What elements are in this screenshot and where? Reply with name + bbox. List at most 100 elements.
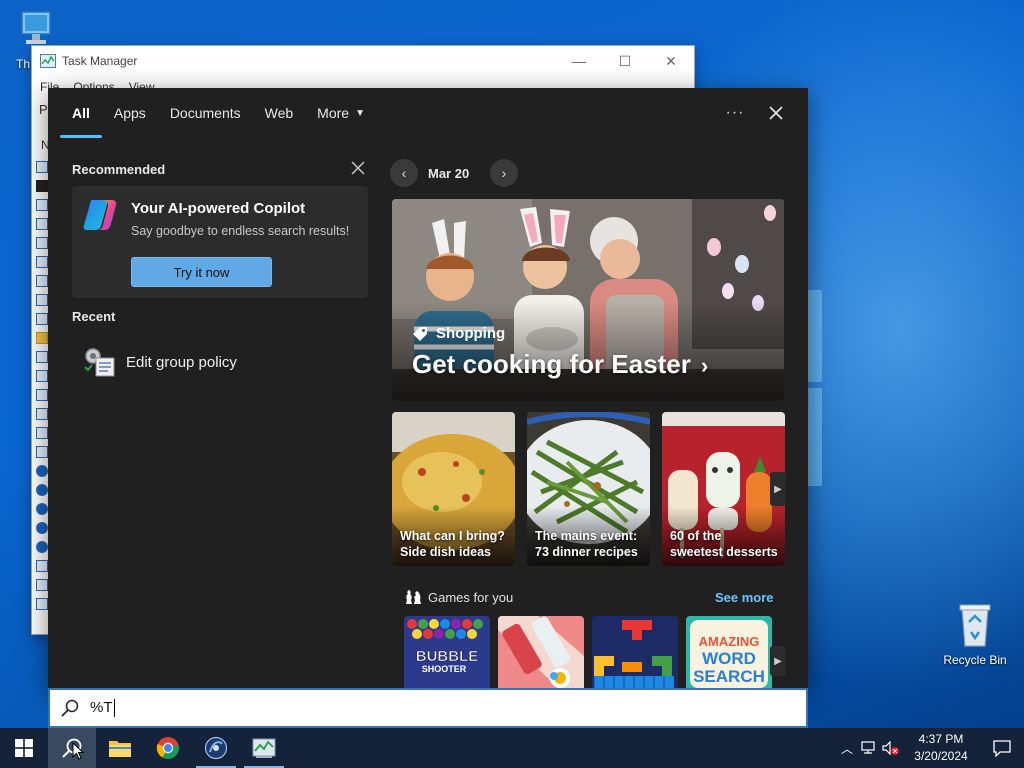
network-icon-graphic <box>861 741 875 754</box>
search-icon <box>61 699 79 717</box>
chrome-icon <box>156 737 179 759</box>
card-caption-line2: sweetest desserts <box>670 545 778 559</box>
task-manager-icon <box>252 738 276 758</box>
task-manager-title: Task Manager <box>62 54 138 68</box>
card-caption-line1: 60 of the <box>670 529 722 543</box>
copilot-card[interactable]: Your AI-powered Copilot Say goodbye to e… <box>72 186 368 298</box>
taskbar: ︿ 4:37 PM 3/20/2024 <box>0 728 1024 768</box>
clock[interactable]: 4:37 PM 3/20/2024 <box>902 731 980 765</box>
start-button[interactable] <box>0 728 48 768</box>
see-more-link[interactable]: See more <box>715 590 774 605</box>
folder-icon <box>109 741 131 757</box>
process-icon <box>36 427 48 439</box>
hero-card[interactable]: Shopping Get cooking for Easter › <box>392 199 784 401</box>
process-icon <box>36 560 48 572</box>
card-caption-line2: 73 dinner recipes <box>535 545 638 559</box>
search-button[interactable] <box>48 728 96 768</box>
process-icon <box>36 408 48 420</box>
tab-more[interactable]: More ▼ <box>305 88 377 138</box>
close-icon[interactable] <box>762 100 790 126</box>
game-amazing-word-search[interactable]: AMAZING WORD SEARCH <box>686 616 772 688</box>
notifications-button[interactable] <box>980 728 1024 768</box>
recent-item-edit-group-policy[interactable]: Edit group policy <box>82 342 332 382</box>
card-caption-line1: What can I bring? <box>400 529 505 543</box>
file-explorer-button[interactable] <box>96 728 144 768</box>
recycle-bin-icon <box>959 604 991 647</box>
tab-documents[interactable]: Documents <box>158 88 253 138</box>
tab-documents-label: Documents <box>169 105 241 121</box>
maximize-button[interactable]: ☐ <box>602 46 648 76</box>
globe-app-icon <box>204 736 228 760</box>
game-title-line3: SEARCH <box>693 667 765 686</box>
desktop-icon-label: Recycle Bin <box>943 653 1007 667</box>
card-side-dishes[interactable]: What can I bring? Side dish ideas <box>392 412 515 566</box>
cards-next-button[interactable]: ▶ <box>770 472 786 506</box>
process-icon <box>36 370 48 382</box>
dismiss-recommended-icon[interactable] <box>350 160 366 176</box>
next-day-button[interactable]: › <box>490 159 518 187</box>
edge-process-icon <box>36 522 48 534</box>
windows-logo-icon <box>15 739 33 757</box>
show-hidden-icons-button[interactable]: ︿ <box>836 728 858 768</box>
card-caption-line1: The mains event: <box>535 529 638 543</box>
wallpaper-logo-pane <box>808 388 822 486</box>
search-tabs: All Apps Documents Web More ▼ <box>60 88 377 138</box>
copilot-subtitle: Say goodbye to endless search results! <box>131 224 350 238</box>
mouse-pointer-icon <box>72 742 84 760</box>
tab-all-label: All <box>72 105 90 121</box>
process-icon <box>36 389 48 401</box>
more-options-icon[interactable]: ··· <box>721 100 749 126</box>
wallpaper-logo-pane <box>808 290 822 382</box>
clock-time: 4:37 PM <box>918 732 964 746</box>
close-button[interactable]: ✕ <box>648 46 694 76</box>
desktop-icon-recycle-bin[interactable]: Recycle Bin <box>935 602 1015 667</box>
tab-all[interactable]: All <box>60 88 102 138</box>
search-box[interactable]: %T <box>48 688 808 728</box>
edge-process-icon <box>36 541 48 553</box>
highlight-cards: What can I bring? Side dish ideas The ma… <box>392 412 786 566</box>
tab-apps-label: Apps <box>113 105 146 121</box>
tab-more-label: More <box>317 105 350 121</box>
task-manager-tab-fragment: P <box>39 102 48 117</box>
search-query: %T <box>90 698 113 716</box>
games-header: Games for you <box>404 589 513 605</box>
games-title: Games for you <box>428 589 514 605</box>
block-puzzle-image <box>592 616 678 688</box>
try-it-now-button[interactable]: Try it now <box>131 257 272 287</box>
task-manager-button[interactable] <box>240 728 288 768</box>
window-controls: — ☐ ✕ <box>556 46 694 76</box>
game-title-line1: AMAZING <box>699 634 760 649</box>
games-next-button[interactable]: ▶ <box>770 646 786 676</box>
process-icon <box>36 256 48 268</box>
game-darts[interactable] <box>498 616 584 688</box>
text-cursor <box>113 699 115 718</box>
volume-muted-icon[interactable] <box>880 728 902 768</box>
minimize-button[interactable]: — <box>556 46 602 76</box>
process-icon <box>36 446 48 458</box>
game-title-line2: WORD <box>702 649 756 668</box>
chevron-right-icon: › <box>700 353 709 378</box>
app-button-globe[interactable] <box>192 728 240 768</box>
card-desserts[interactable]: 60 of the sweetest desserts <box>662 412 785 566</box>
previous-day-button[interactable]: ‹ <box>390 159 418 187</box>
network-icon[interactable] <box>858 728 880 768</box>
search-flyout: All Apps Documents Web More ▼ ··· Recomme… <box>48 88 808 688</box>
process-icon <box>36 161 48 173</box>
chevron-left-icon: ‹ <box>401 165 407 181</box>
notification-icon <box>993 740 1011 757</box>
tab-web[interactable]: Web <box>253 88 306 138</box>
hero-title: Get cooking for Easter › <box>412 349 708 380</box>
chevron-up-icon: ︿ <box>840 741 853 756</box>
card-caption: What can I bring? Side dish ideas <box>400 528 509 560</box>
search-input[interactable]: %T <box>90 698 740 718</box>
clock-date: 3/20/2024 <box>914 749 968 763</box>
caret-down-icon: ▼ <box>355 107 365 119</box>
hero-kicker: Shopping <box>412 325 505 342</box>
card-dinner-recipes[interactable]: The mains event: 73 dinner recipes <box>527 412 650 566</box>
recent-item-label: Edit group policy <box>126 353 237 371</box>
game-block-puzzle[interactable] <box>592 616 678 688</box>
chrome-button[interactable] <box>144 728 192 768</box>
tab-apps[interactable]: Apps <box>102 88 158 138</box>
hero-kicker-label: Shopping <box>436 325 506 342</box>
game-bubble-shooter[interactable]: BUBBLE SHOOTER <box>404 616 490 688</box>
